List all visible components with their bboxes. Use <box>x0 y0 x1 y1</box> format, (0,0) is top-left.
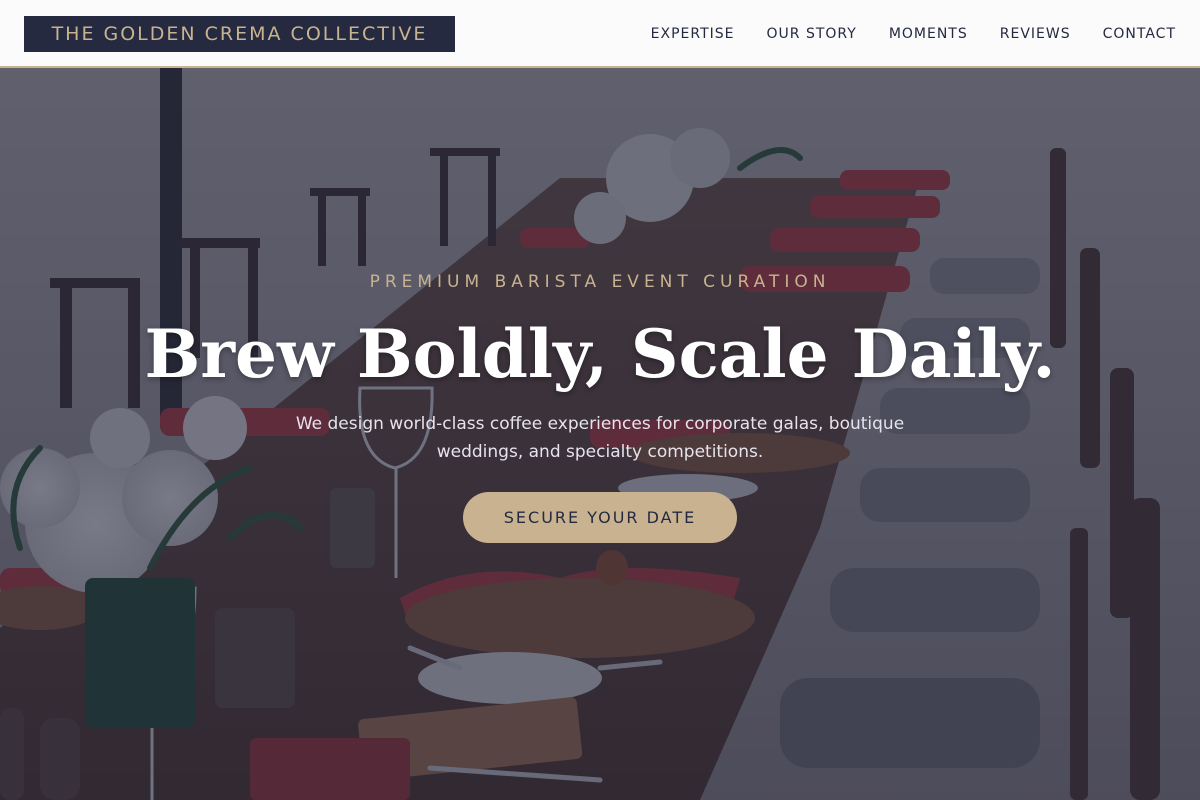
secure-your-date-button[interactable]: SECURE YOUR DATE <box>463 492 737 543</box>
hero-headline: Brew Boldly, Scale Daily. <box>144 315 1056 393</box>
main-nav: EXPERTISE OUR STORY MOMENTS REVIEWS CONT… <box>651 0 1176 68</box>
nav-link-moments[interactable]: MOMENTS <box>889 26 968 42</box>
hero-section: PREMIUM BARISTA EVENT CURATION Brew Bold… <box>0 68 1200 800</box>
brand-logo[interactable]: THE GOLDEN CREMA COLLECTIVE <box>24 16 455 52</box>
site-header: THE GOLDEN CREMA COLLECTIVE EXPERTISE OU… <box>0 0 1200 68</box>
hero-subtext: We design world-class coffee experiences… <box>295 414 905 462</box>
hero-eyebrow: PREMIUM BARISTA EVENT CURATION <box>369 272 831 292</box>
nav-link-contact[interactable]: CONTACT <box>1103 26 1176 42</box>
hero-content: PREMIUM BARISTA EVENT CURATION Brew Bold… <box>0 68 1200 800</box>
nav-link-our-story[interactable]: OUR STORY <box>767 26 857 42</box>
landing-page: THE GOLDEN CREMA COLLECTIVE EXPERTISE OU… <box>0 0 1200 800</box>
nav-link-expertise[interactable]: EXPERTISE <box>651 26 735 42</box>
nav-link-reviews[interactable]: REVIEWS <box>1000 26 1071 42</box>
